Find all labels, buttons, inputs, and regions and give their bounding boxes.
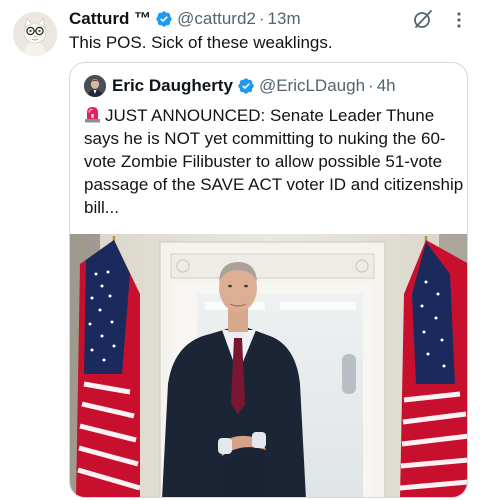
quoted-photo[interactable] [70,234,467,497]
more-options-icon[interactable] [452,10,466,30]
quoted-text: JUST ANNOUNCED: Senate Leader Thune says… [84,106,464,217]
verified-badge-icon [155,10,173,28]
author-name[interactable]: Catturd ™ [69,9,151,29]
siren-emoji-icon [84,105,101,123]
quoted-header: Eric Daugherty @EricLDaugh · 4h [112,74,396,98]
timestamp[interactable]: 13m [268,9,301,29]
tweet-header: Catturd ™ @catturd2 · 13m [69,8,301,30]
verified-badge-icon [237,77,255,95]
quoted-tweet[interactable]: Eric Daugherty @EricLDaugh · 4h JUST ANN… [69,62,468,498]
quoted-timestamp[interactable]: 4h [377,76,396,96]
quoted-avatar[interactable] [84,75,106,97]
grok-icon[interactable] [412,8,434,30]
quoted-text-block: JUST ANNOUNCED: Senate Leader Thune says… [84,104,464,219]
quoted-author-handle[interactable]: @EricLDaugh [259,76,365,96]
avatar[interactable] [13,12,57,56]
tweet-text: This POS. Sick of these weaklings. [69,33,333,52]
separator-dot: · [368,76,374,95]
author-handle[interactable]: @catturd2 [177,9,256,29]
tweet[interactable]: Catturd ™ @catturd2 · 13m This POS. Sick… [0,0,482,500]
quoted-author-name[interactable]: Eric Daugherty [112,76,233,96]
separator-dot: · [258,9,265,28]
